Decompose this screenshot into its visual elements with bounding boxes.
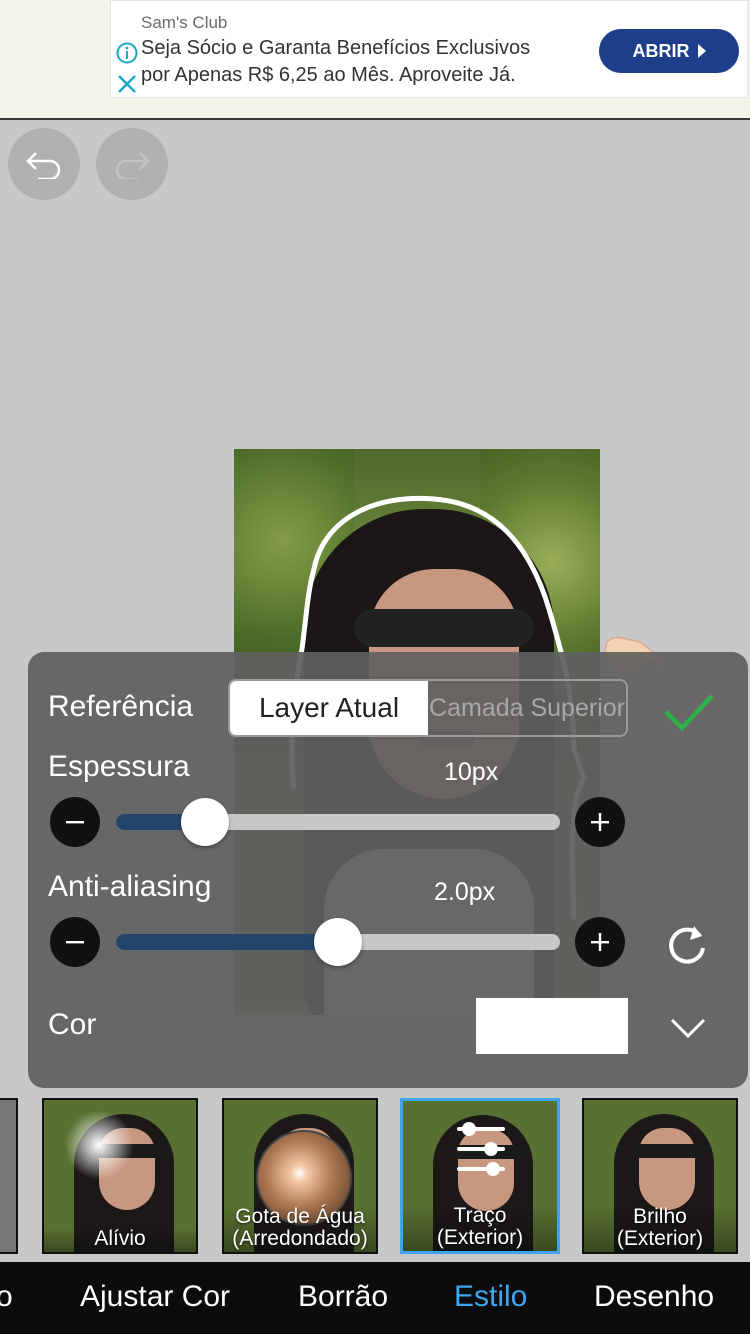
undo-icon [26, 152, 61, 179]
chevron-right-icon [697, 44, 706, 58]
plus-icon [591, 813, 609, 831]
stroke-settings-panel: Referência Layer Atual Camada Superior E… [28, 652, 748, 1088]
redo-icon [115, 152, 150, 179]
antialias-decrease-button[interactable] [50, 917, 100, 967]
thumbnail-face [639, 1128, 695, 1210]
ad-banner: Sam's Club Seja Sócio e Garanta Benefíci… [0, 0, 750, 120]
effect-thumbnail-glow-exterior[interactable]: Brilho (Exterior) [582, 1098, 738, 1254]
ad-open-label: ABRIR [632, 40, 690, 61]
thickness-label: Espessura [48, 750, 190, 783]
undo-button[interactable] [8, 128, 80, 200]
ad-sponsor: Sam's Club [141, 13, 228, 32]
plus-icon [591, 933, 609, 951]
ad-line-1: Seja Sócio e Garanta Benefícios Exclusiv… [141, 37, 531, 59]
ad-line-2: por Apenas R$ 6,25 ao Mês. Aproveite Já. [141, 64, 516, 86]
minus-icon [66, 821, 84, 824]
effect-caption: Brilho (Exterior) [584, 1206, 736, 1252]
effect-strip: Alívio Gota de Água (Arredondado) Traço … [0, 1088, 750, 1262]
category-tab-bar: o Ajustar Cor Borrão Estilo Desenho [0, 1262, 750, 1334]
effect-thumbnail-stroke-exterior[interactable]: Traço (Exterior) [400, 1098, 560, 1254]
ad-open-button[interactable]: ABRIR [599, 29, 739, 73]
effect-thumbnail-water-drop[interactable]: Gota de Água (Arredondado) [222, 1098, 378, 1254]
effect-caption-line2: (Arredondado) [232, 1227, 368, 1250]
thickness-slider-thumb[interactable] [181, 798, 229, 846]
tab-partial[interactable]: o [0, 1280, 13, 1314]
checkmark-icon[interactable] [660, 690, 716, 734]
effect-caption-line1: Brilho [633, 1205, 687, 1228]
sliders-icon [457, 1122, 505, 1176]
close-icon[interactable] [116, 73, 138, 95]
redo-button[interactable] [96, 128, 168, 200]
thickness-decrease-button[interactable] [50, 797, 100, 847]
tab-adjust-color[interactable]: Ajustar Cor [80, 1280, 230, 1314]
info-icon[interactable] [116, 42, 138, 64]
effect-caption: Gota de Água (Arredondado) [224, 1206, 376, 1252]
reference-option-current-layer[interactable]: Layer Atual [230, 681, 428, 735]
tab-blur[interactable]: Borrão [298, 1280, 388, 1314]
antialias-increase-button[interactable] [575, 917, 625, 967]
antialias-slider-thumb[interactable] [314, 918, 362, 966]
effect-caption: Traço (Exterior) [403, 1205, 557, 1251]
ad-card[interactable]: Sam's Club Seja Sócio e Garanta Benefíci… [110, 0, 748, 98]
effect-caption-line1: Traço [453, 1204, 507, 1227]
antialias-slider-fill [116, 934, 338, 950]
tab-style[interactable]: Estilo [454, 1280, 527, 1314]
antialias-value: 2.0px [434, 878, 496, 906]
thickness-increase-button[interactable] [575, 797, 625, 847]
reference-option-upper-layer[interactable]: Camada Superior [428, 681, 626, 735]
tab-drawing[interactable]: Desenho [594, 1280, 714, 1314]
thumbnail-glasses [634, 1144, 706, 1158]
antialias-label: Anti-aliasing [48, 870, 212, 903]
effect-thumbnail-partial[interactable] [0, 1098, 18, 1254]
color-label: Cor [48, 1008, 97, 1041]
effect-caption-line1: Alívio [94, 1227, 146, 1250]
minus-icon [66, 941, 84, 944]
ad-text: Seja Sócio e Garanta Benefícios Exclusiv… [141, 35, 601, 89]
effect-caption-line2: (Exterior) [616, 1227, 704, 1250]
effect-caption-line2: (Exterior) [436, 1226, 524, 1249]
reference-segmented-control: Layer Atual Camada Superior [228, 679, 628, 737]
effect-caption-line1: Gota de Água [235, 1205, 365, 1228]
thickness-value: 10px [444, 758, 499, 786]
chevron-down-icon[interactable] [668, 1016, 708, 1040]
stroke-color-swatch[interactable] [476, 998, 628, 1054]
effect-thumbnail-relief[interactable]: Alívio [42, 1098, 198, 1254]
flare-icon [64, 1110, 134, 1180]
reset-icon[interactable] [664, 922, 710, 968]
reference-label: Referência [48, 690, 194, 723]
effect-caption: Alívio [44, 1228, 196, 1252]
